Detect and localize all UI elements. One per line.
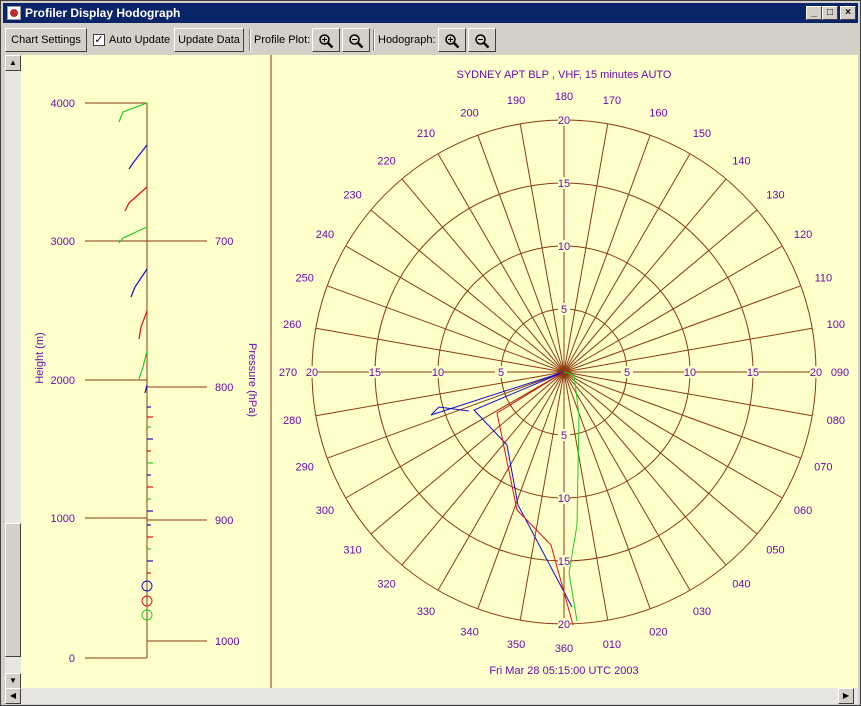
pressure-axis-label: Pressure (hPa) — [246, 343, 258, 417]
direction-label: 180 — [555, 91, 573, 103]
direction-label: 080 — [827, 415, 845, 427]
zoom-in-icon — [319, 34, 334, 49]
direction-label: 020 — [649, 626, 667, 638]
pressure-tick-label: 900 — [215, 515, 233, 527]
direction-label: 050 — [766, 544, 784, 556]
direction-label: 150 — [693, 128, 711, 140]
direction-label: 070 — [814, 461, 832, 473]
direction-label: 300 — [316, 505, 334, 517]
scroll-down-button[interactable]: ▼ — [5, 673, 21, 689]
direction-label: 340 — [460, 626, 478, 638]
ring-label: 15 — [747, 367, 759, 379]
zoom-out-icon — [349, 34, 364, 49]
direction-label: 120 — [794, 229, 812, 241]
direction-label: 090 — [831, 367, 849, 379]
direction-label: 260 — [283, 319, 301, 331]
title-bar: Profiler Display Hodograph _ □ × — [3, 3, 858, 23]
height-axis-label: Height (m) — [34, 332, 46, 383]
update-data-button[interactable]: Update Data — [174, 28, 244, 52]
direction-label: 270 — [279, 367, 297, 379]
scroll-right-button[interactable]: ▶ — [838, 688, 854, 704]
app-window: Profiler Display Hodograph _ □ × Chart S… — [0, 0, 861, 706]
profile-zoom-out-button[interactable] — [342, 28, 370, 52]
zoom-out-icon — [475, 34, 490, 49]
toolbar-separator — [373, 29, 375, 51]
direction-label: 130 — [766, 190, 784, 202]
direction-label: 280 — [283, 415, 301, 427]
pressure-tick-label: 800 — [215, 382, 233, 394]
chart-settings-button[interactable]: Chart Settings — [5, 28, 87, 52]
direction-label: 250 — [295, 273, 313, 285]
ring-label: 15 — [558, 556, 570, 568]
hodograph-timestamp: Fri Mar 28 05:15:00 UTC 2003 — [489, 665, 638, 677]
horizontal-scrollbar[interactable]: ◀ ▶ — [5, 688, 858, 704]
height-tick-label: 3000 — [51, 236, 75, 248]
ring-label: 20 — [558, 619, 570, 631]
direction-label: 210 — [417, 128, 435, 140]
direction-label: 110 — [815, 273, 833, 285]
profile-zoom-in-button[interactable] — [312, 28, 340, 52]
maximize-button[interactable]: □ — [822, 6, 838, 20]
direction-label: 160 — [649, 108, 667, 120]
ring-label: 10 — [432, 367, 444, 379]
ring-label: 5 — [498, 367, 504, 379]
ring-label: 5 — [624, 367, 630, 379]
direction-label: 190 — [507, 95, 525, 107]
height-tick-label: 0 — [69, 653, 75, 665]
height-tick-label: 4000 — [51, 98, 75, 110]
scroll-up-button[interactable]: ▲ — [5, 55, 21, 71]
direction-label: 230 — [343, 190, 361, 202]
zoom-in-icon — [445, 34, 460, 49]
auto-update-label: Auto Update — [109, 34, 171, 46]
direction-label: 030 — [693, 606, 711, 618]
direction-label: 360 — [555, 643, 573, 655]
direction-label: 310 — [343, 544, 361, 556]
minimize-button[interactable]: _ — [806, 6, 822, 20]
ring-label: 15 — [369, 367, 381, 379]
height-tick-label: 2000 — [51, 375, 75, 387]
direction-label: 200 — [460, 108, 478, 120]
hodograph-zoom-out-button[interactable] — [468, 28, 496, 52]
direction-label: 350 — [507, 639, 525, 651]
vertical-scrollbar[interactable]: ▲ ▼ — [5, 55, 21, 689]
ring-label: 20 — [810, 367, 822, 379]
ring-label: 20 — [558, 115, 570, 127]
ring-label: 10 — [558, 241, 570, 253]
direction-label: 240 — [316, 229, 334, 241]
chart-panel: 4000 3000 2000 1000 0 700 800 900 1000 H… — [21, 55, 858, 688]
hodograph-label: Hodograph: — [378, 34, 436, 46]
scroll-left-button[interactable]: ◀ — [5, 688, 21, 704]
direction-label: 040 — [732, 578, 750, 590]
profile-plot-label: Profile Plot: — [254, 34, 311, 46]
direction-label: 170 — [603, 95, 621, 107]
pressure-tick-label: 1000 — [215, 636, 239, 648]
ring-label: 20 — [306, 367, 318, 379]
ring-label: 5 — [561, 430, 567, 442]
direction-label: 140 — [732, 156, 750, 168]
height-tick-label: 1000 — [51, 513, 75, 525]
direction-label: 330 — [417, 606, 435, 618]
ring-label: 5 — [561, 304, 567, 316]
hodograph-zoom-in-button[interactable] — [438, 28, 466, 52]
ring-label: 10 — [558, 493, 570, 505]
pressure-tick-label: 700 — [215, 236, 233, 248]
toolbar: Chart Settings ✓ Auto Update Update Data… — [3, 26, 858, 56]
window-title: Profiler Display Hodograph — [25, 6, 181, 20]
direction-label: 060 — [794, 505, 812, 517]
auto-update-checkbox[interactable]: ✓ — [93, 34, 105, 46]
direction-label: 010 — [603, 639, 621, 651]
direction-label: 290 — [295, 461, 313, 473]
direction-label: 320 — [377, 578, 395, 590]
direction-label: 100 — [827, 319, 845, 331]
toolbar-separator — [249, 29, 251, 51]
close-button[interactable]: × — [840, 6, 856, 20]
direction-label: 220 — [377, 156, 395, 168]
scroll-thumb[interactable] — [5, 523, 21, 657]
ring-label: 15 — [558, 178, 570, 190]
app-icon — [7, 6, 21, 20]
hodograph-title: SYDNEY APT BLP , VHF, 15 minutes AUTO — [456, 69, 671, 81]
ring-label: 10 — [684, 367, 696, 379]
